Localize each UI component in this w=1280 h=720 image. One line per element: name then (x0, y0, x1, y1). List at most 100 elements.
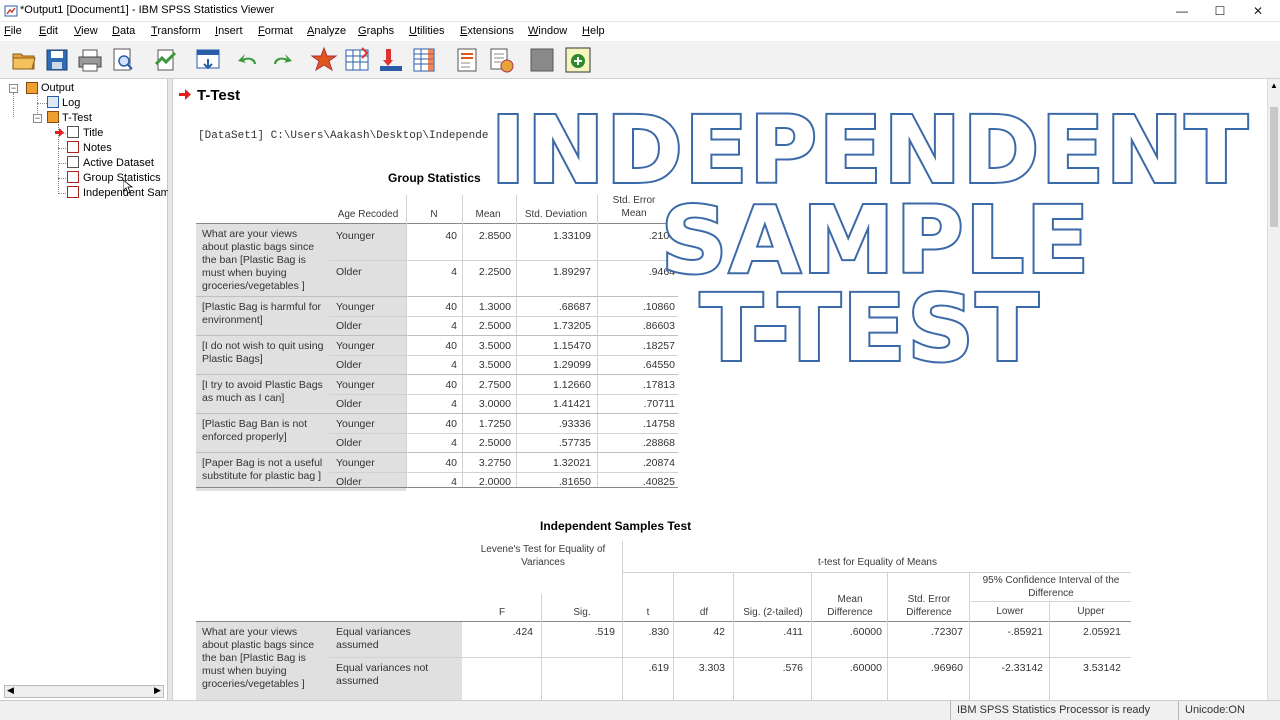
maximize-button[interactable]: ☐ (1202, 0, 1238, 22)
recall-dialog-icon[interactable] (194, 46, 222, 74)
ind-test-F: .424 (512, 626, 533, 638)
menu-window[interactable]: Window (528, 25, 567, 37)
group-stat-se: .28868 (642, 437, 675, 449)
menu-graphs[interactable]: Graphs (358, 25, 394, 37)
goto-case-icon[interactable] (343, 46, 371, 74)
output-content-pane: T-Test [DataSet1] C:\Users\Aakash\Deskto… (173, 79, 1267, 700)
outline-item-group-statistics[interactable]: Group Statistics (83, 172, 161, 184)
designate-window-icon[interactable] (564, 46, 592, 74)
outline-item-title[interactable]: Title (83, 127, 103, 139)
col-f: F (498, 607, 506, 618)
processor-status: IBM SPSS Statistics Processor is ready (950, 701, 1176, 720)
menu-edit[interactable]: Edit (39, 25, 58, 37)
ci-header-2: Difference (1028, 588, 1074, 599)
col-header-group: Age Recoded (337, 209, 399, 220)
scroll-thumb[interactable] (1270, 107, 1278, 227)
menu-transform[interactable]: Transform (151, 25, 201, 37)
save-icon[interactable] (43, 46, 71, 74)
log-icon (47, 96, 59, 108)
outline-item-active-dataset[interactable]: Active Dataset (83, 157, 154, 169)
group-stat-g: Older (336, 437, 362, 449)
notes-item-icon (67, 141, 79, 153)
col-header-sd: Std. Deviation (524, 209, 588, 220)
show-all-icon[interactable] (528, 46, 556, 74)
group-stat-sd: .57735 (558, 437, 591, 449)
overlay-line-3: T-TEST (698, 275, 1041, 382)
minimize-button[interactable]: — (1164, 0, 1200, 22)
group-stat-sd: 1.29099 (553, 359, 591, 371)
group-stat-se: .18257 (642, 340, 675, 352)
export-icon[interactable] (152, 46, 180, 74)
current-item-arrow-icon (179, 89, 191, 100)
group-stat-n: 4 (451, 266, 457, 278)
group-stat-n: 40 (445, 340, 457, 352)
independent-samples-title: Independent Samples Test (540, 519, 692, 533)
menu-format[interactable]: Format (258, 25, 293, 37)
menu-data[interactable]: Data (112, 25, 135, 37)
collapse-output-toggle[interactable]: − (9, 84, 18, 93)
scroll-up-icon[interactable]: ▲ (1270, 81, 1278, 90)
menu-utilities[interactable]: Utilities (409, 25, 444, 37)
goto-data-icon[interactable] (310, 46, 338, 74)
ind-test-t: .830 (648, 626, 669, 638)
menu-view[interactable]: View (74, 25, 98, 37)
menu-analyze[interactable]: Analyze (307, 25, 346, 37)
ci-header: 95% Confidence Interval of the (982, 575, 1120, 586)
menu-help[interactable]: Help (582, 25, 605, 37)
print-icon[interactable] (76, 46, 104, 74)
group-stat-m: 2.8500 (478, 230, 511, 242)
toolbar (0, 41, 1280, 79)
goto-variable-icon[interactable] (377, 46, 405, 74)
print-preview-icon[interactable] (109, 46, 137, 74)
ind-test-upper: 3.53142 (1083, 662, 1121, 674)
ind-test-se: .96960 (930, 662, 963, 674)
group-stat-m: 3.5000 (478, 340, 511, 352)
content-vertical-scrollbar[interactable]: ▲ (1267, 79, 1280, 700)
group-stat-sd: 1.33109 (553, 230, 591, 242)
close-button[interactable]: ✕ (1240, 0, 1276, 22)
variable-label: [Plastic Bag Ban is not enforced properl… (202, 418, 308, 443)
ind-test-lower: -.85921 (1007, 626, 1043, 638)
outline-item-notes[interactable]: Notes (83, 142, 112, 154)
outline-item-log[interactable]: Log (62, 97, 80, 109)
group-stat-m: 1.3000 (478, 301, 511, 313)
scroll-right-icon[interactable]: ▶ (154, 685, 161, 696)
outline-horizontal-scrollbar[interactable]: ◀ ▶ (4, 685, 164, 698)
scroll-left-icon[interactable]: ◀ (7, 685, 14, 696)
outline-item-ttest[interactable]: T-Test (62, 112, 92, 124)
spss-app-icon (4, 5, 18, 17)
ttest-book-icon (47, 111, 59, 123)
title-item-icon (67, 126, 79, 138)
menu-extensions[interactable]: Extensions (460, 25, 514, 37)
group-stat-n: 40 (445, 230, 457, 242)
collapse-ttest-toggle[interactable]: − (33, 114, 42, 123)
group-stat-sd: 1.32021 (553, 457, 591, 469)
outline-item-output[interactable]: Output (41, 82, 74, 94)
overlay-line-1: INDEPENDENT (489, 97, 1250, 204)
col-t: t (646, 607, 650, 618)
group-stat-n: 40 (445, 418, 457, 430)
group-statistics-title: Group Statistics (388, 171, 481, 185)
redo-icon[interactable] (268, 46, 296, 74)
group-stat-se: .10860 (642, 301, 675, 313)
create-text-icon[interactable] (487, 46, 515, 74)
group-stat-se: .20874 (642, 457, 675, 469)
col-mean-diff: Mean (837, 594, 863, 605)
group-stat-sd: 1.89297 (553, 266, 591, 278)
menu-file[interactable]: File (4, 25, 22, 37)
group-stat-m: 2.5000 (478, 320, 511, 332)
undo-icon[interactable] (234, 46, 262, 74)
col-se-diff: Std. Error (907, 594, 951, 605)
group-stat-se: .70711 (643, 398, 675, 410)
title-bar: *Output1 [Document1] - IBM SPSS Statisti… (0, 0, 1280, 22)
create-title-icon[interactable] (453, 46, 481, 74)
group-stat-sd: .68687 (558, 301, 591, 313)
levene-header: Levene's Test for Equality of (480, 544, 606, 555)
section-heading: T-Test (197, 87, 241, 104)
ind-test-se: .72307 (930, 626, 963, 638)
variables-icon[interactable] (410, 46, 438, 74)
group-stat-g: Younger (336, 230, 375, 242)
menu-insert[interactable]: Insert (215, 25, 243, 37)
group-stat-g: Younger (336, 457, 375, 469)
open-icon[interactable] (10, 46, 38, 74)
